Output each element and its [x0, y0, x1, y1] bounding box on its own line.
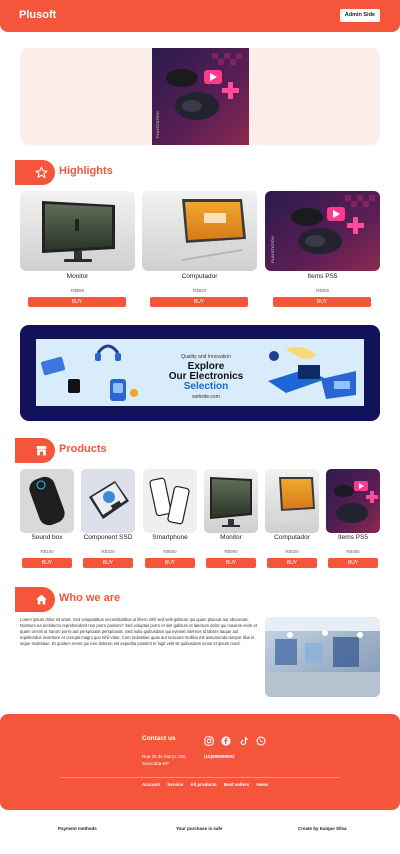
- highlights-tab: [15, 160, 55, 185]
- footer-link-all-products[interactable]: All products: [190, 782, 216, 787]
- phone-number: (15)999999992: [204, 754, 235, 759]
- product-name: Smartphone: [152, 534, 188, 541]
- products-header: Products: [15, 438, 265, 463]
- product-price: R$920: [192, 288, 207, 293]
- electronics-banner-inner: Quality and Innovation Explore Our Elect…: [36, 339, 364, 406]
- highlights-header: Highlights: [15, 160, 265, 185]
- product-price: R$990: [224, 549, 238, 554]
- product-card-smartphone: Smartphone R$850 BUY: [143, 469, 197, 568]
- monitor-image: [20, 191, 135, 271]
- monitor-image: [204, 469, 258, 533]
- tiktok-icon[interactable]: [239, 733, 249, 751]
- ps5-items-image: PLAYSTATION: [265, 191, 380, 271]
- whatsapp-icon[interactable]: [256, 733, 266, 751]
- sound-box-image: [20, 469, 74, 533]
- highlight-card-monitor: Monitor R$990 BUY: [20, 191, 135, 307]
- buy-button[interactable]: BUY: [267, 558, 317, 568]
- buy-button[interactable]: BUY: [83, 558, 133, 568]
- footer-divider: [60, 777, 340, 778]
- product-price: R$350: [346, 549, 360, 554]
- hero-banner: PLAYSTATION: [20, 48, 380, 145]
- about-text: Lorem ipsum dolor sit amet. Sed voluptat…: [20, 617, 257, 646]
- footer-link-service[interactable]: Service: [167, 782, 183, 787]
- about-title: Who we are: [59, 592, 121, 604]
- electronics-banner[interactable]: Quality and Innovation Explore Our Elect…: [20, 325, 380, 421]
- product-name: Monitor: [220, 534, 242, 541]
- buy-button[interactable]: BUY: [328, 558, 378, 568]
- banner-headline-3: Selection: [183, 381, 229, 392]
- ps5-items-image: [326, 469, 380, 533]
- svg-text:PLAYSTATION: PLAYSTATION: [270, 236, 275, 263]
- product-card-ps5: Items PS5 R$350 BUY: [326, 469, 380, 568]
- purchase-safe: Your purchase is safe: [176, 826, 223, 831]
- product-price: R$990: [70, 288, 85, 293]
- buy-button[interactable]: BUY: [28, 297, 126, 307]
- social-links: [204, 733, 269, 751]
- footer-links: Account Service All products Best seller…: [142, 782, 274, 787]
- product-name: Computador: [181, 273, 218, 280]
- product-price: R$920: [285, 549, 299, 554]
- contact-title: Contact us: [142, 735, 176, 742]
- smartphone-image: [143, 469, 197, 533]
- buy-button[interactable]: BUY: [145, 558, 195, 568]
- star-icon: [35, 166, 48, 178]
- admin-side-button[interactable]: Admin Side: [339, 9, 380, 22]
- hero-ps5-image: PLAYSTATION: [152, 48, 249, 145]
- highlight-card-computador: Computador R$920 BUY: [142, 191, 257, 307]
- top-header: Plusoft Admin Side: [0, 0, 400, 32]
- ssd-image: [81, 469, 135, 533]
- address: Rua 26 de Março 180, Sorocaba-SP: [142, 754, 187, 767]
- buy-button[interactable]: BUY: [22, 558, 72, 568]
- credit: Create by Kaique Silva: [298, 826, 347, 831]
- buy-button[interactable]: BUY: [206, 558, 256, 568]
- instagram-icon[interactable]: [204, 733, 214, 751]
- about-tab: [15, 587, 55, 612]
- address-line-2: Sorocaba-SP: [142, 760, 169, 766]
- product-card-ssd: Component SSD R$320 BUY: [81, 469, 135, 568]
- store-interior-image: [265, 617, 380, 697]
- facebook-icon[interactable]: [221, 733, 232, 751]
- product-name: Monitor: [66, 273, 89, 280]
- product-price: R$350: [315, 288, 330, 293]
- buy-button[interactable]: BUY: [150, 297, 248, 307]
- product-price: R$850: [163, 549, 177, 554]
- banner-website: website.com: [192, 394, 220, 400]
- product-name: Items PS5: [307, 273, 338, 280]
- product-name: Items PS5: [338, 534, 368, 541]
- banner-tagline: Quality and Innovation: [181, 354, 231, 360]
- product-price: R$320: [101, 549, 115, 554]
- address-line-1: Rua 26 de Março 180,: [142, 754, 187, 759]
- product-price: R$150: [40, 549, 54, 554]
- product-card-computador: Computador R$920 BUY: [265, 469, 319, 568]
- product-card-monitor: Monitor R$990 BUY: [204, 469, 258, 568]
- highlight-card-ps5: PLAYSTATION Items PS5 R$350 BUY: [265, 191, 380, 307]
- home-icon: [36, 594, 47, 605]
- footer-link-best-sellers[interactable]: Best sellers: [224, 782, 249, 787]
- product-name: Component SSD: [83, 534, 133, 541]
- buy-button[interactable]: BUY: [273, 297, 371, 307]
- footer: Contact us Rua 26 de Março 180, Sorocaba…: [0, 714, 400, 810]
- about-header: Who we are: [15, 587, 265, 612]
- store-icon: [36, 446, 47, 456]
- svg-text:PLAYSTATION: PLAYSTATION: [155, 111, 160, 138]
- products-title: Products: [59, 443, 107, 455]
- laptop-image: [142, 191, 257, 271]
- highlights-title: Highlights: [59, 165, 113, 177]
- payment-methods[interactable]: Payment methods: [58, 826, 97, 831]
- laptop-image: [265, 469, 319, 533]
- footer-link-account[interactable]: Account: [142, 782, 160, 787]
- product-name: Computador: [274, 534, 310, 541]
- logo[interactable]: Plusoft: [19, 9, 56, 21]
- product-card-sound-box: Sound box R$150 BUY: [20, 469, 74, 568]
- products-tab: [15, 438, 55, 463]
- footer-link-news[interactable]: News: [256, 782, 268, 787]
- product-name: Sound box: [31, 534, 63, 541]
